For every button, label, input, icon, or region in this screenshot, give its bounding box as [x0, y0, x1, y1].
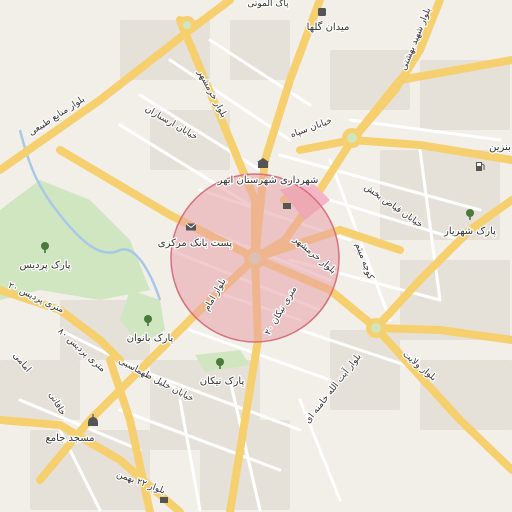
poi-label: بنزین	[489, 142, 511, 153]
shop-icon	[160, 497, 168, 503]
poi-label: مسجد جامع	[45, 433, 94, 444]
poi-label: میدان گلها	[307, 21, 350, 33]
map-canvas[interactable]: بلوار منابع طبیعی بلوار خرمشهر خیابان ار…	[0, 0, 512, 512]
road-label: پاک الموتی	[247, 0, 289, 9]
poi-label: پست بانک مرکزی	[158, 238, 233, 249]
poi-label: پارک بانوان	[127, 333, 174, 344]
poi-label: پارک پردیس	[19, 260, 70, 271]
poi-label: شهرداری شهرستان ابهر	[217, 175, 319, 186]
pin-icon	[318, 8, 326, 16]
store-icon	[283, 203, 291, 209]
poi-label: پارک شهریار	[443, 226, 496, 237]
map-layer: بلوار منابع طبیعی بلوار خرمشهر خیابان ار…	[0, 0, 512, 512]
poi-label: پارک نیکان	[200, 376, 245, 387]
post-office-icon	[185, 223, 197, 231]
